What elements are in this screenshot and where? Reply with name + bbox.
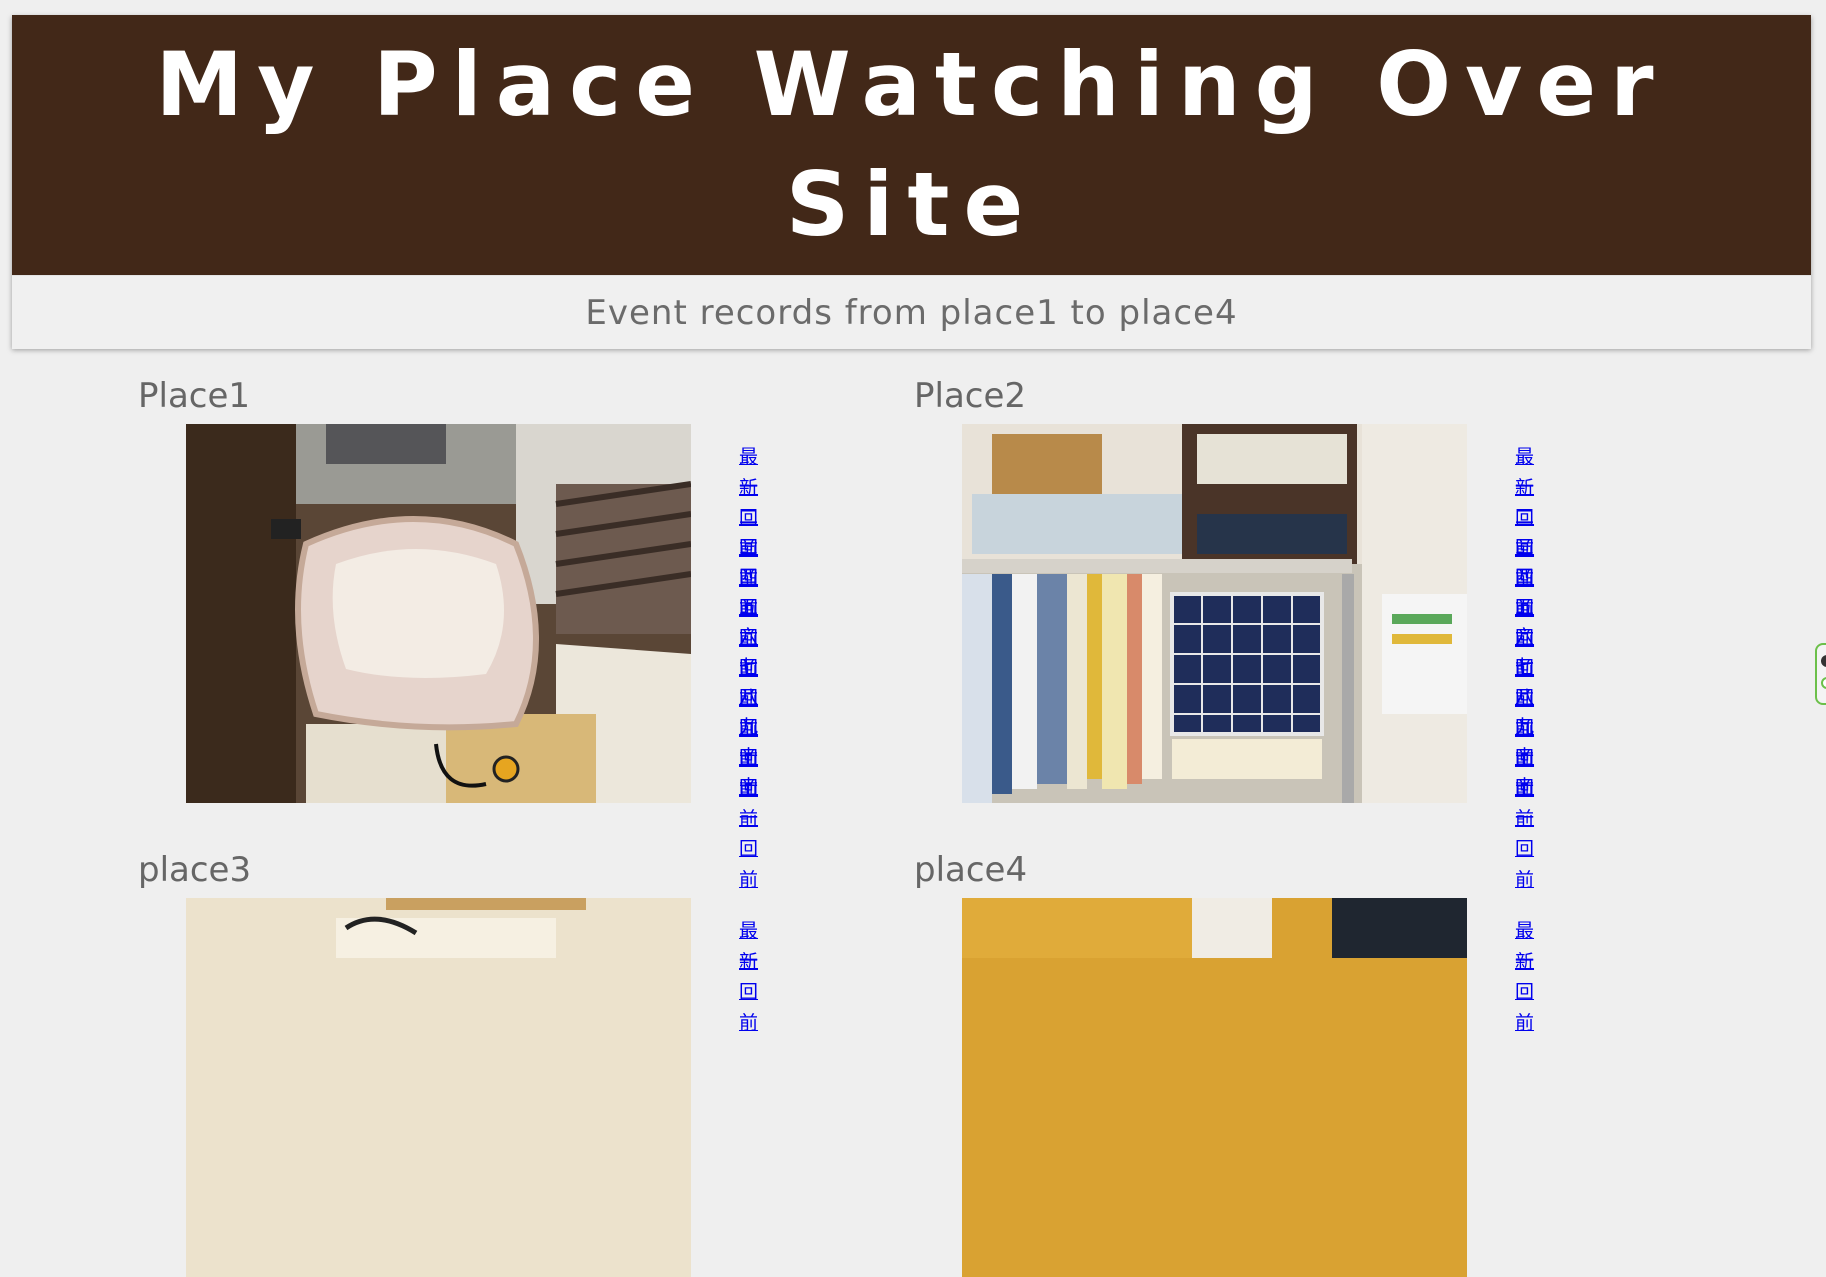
place3-camera-image (186, 898, 691, 1277)
list-item: 六回前 (1515, 622, 1534, 710)
list-item: 四回前 (1515, 562, 1534, 650)
place-heading: place4 (914, 850, 1028, 890)
link-1-ago[interactable]: 一回前 (739, 950, 758, 1034)
place-heading: place3 (138, 850, 252, 890)
place4-camera-image (962, 898, 1467, 1277)
place1-history-links: 最新 一回前 二回前 三回前 四回前 五回前 六回前 七回前 八回前 九回前 十… (739, 442, 758, 891)
place2-camera-image (962, 424, 1467, 803)
widget-ring-icon (1821, 677, 1826, 689)
list-item: 七回前 (1515, 652, 1534, 740)
list-item: 十回前 (739, 742, 758, 830)
subtitle-bar: Event records from place1 to place4 (12, 275, 1811, 349)
widget-dot-icon (1821, 655, 1826, 667)
list-item: 九回前 (739, 712, 758, 800)
side-widget-tab[interactable] (1815, 643, 1826, 705)
place4-history-links: 最新 一回前 (1515, 916, 1534, 1034)
site-subtitle: Event records from place1 to place4 (585, 292, 1238, 333)
list-item: 一回前 (1515, 946, 1534, 1034)
list-item: 三回前 (1515, 532, 1534, 620)
list-item: 最新 (739, 916, 758, 973)
list-item: 二回前 (739, 502, 758, 590)
list-item: 八回前 (739, 682, 758, 770)
list-item: 一回前 (1515, 472, 1534, 560)
place3-history-links: 最新 一回前 (739, 916, 758, 1034)
list-item: 最新 (739, 442, 758, 499)
list-item: 一回前 (739, 472, 758, 560)
list-item: 十一回前 (739, 772, 758, 891)
title-banner: My Place Watching Over Site (12, 15, 1811, 275)
place-heading: Place2 (914, 376, 1027, 416)
list-item: 二回前 (1515, 502, 1534, 590)
list-item: 五回前 (739, 592, 758, 680)
list-item: 一回前 (739, 946, 758, 1034)
list-item: 七回前 (739, 652, 758, 740)
site-title: My Place Watching Over Site (155, 33, 1668, 256)
list-item: 八回前 (1515, 682, 1534, 770)
list-item: 九回前 (1515, 712, 1534, 800)
list-item: 最新 (1515, 442, 1534, 499)
place2-history-links: 最新 一回前 二回前 三回前 四回前 五回前 六回前 七回前 八回前 九回前 十… (1515, 442, 1534, 891)
list-item: 十回前 (1515, 742, 1534, 830)
site-header: My Place Watching Over Site Event record… (12, 15, 1811, 349)
list-item: 三回前 (739, 532, 758, 620)
list-item: 十一回前 (1515, 772, 1534, 891)
link-11-ago[interactable]: 十一回前 (739, 776, 758, 891)
list-item: 四回前 (739, 562, 758, 650)
link-11-ago[interactable]: 十一回前 (1515, 776, 1534, 891)
place1-camera-image (186, 424, 691, 803)
list-item: 五回前 (1515, 592, 1534, 680)
link-1-ago[interactable]: 一回前 (1515, 950, 1534, 1034)
list-item: 六回前 (739, 622, 758, 710)
list-item: 最新 (1515, 916, 1534, 973)
place-heading: Place1 (138, 376, 251, 416)
